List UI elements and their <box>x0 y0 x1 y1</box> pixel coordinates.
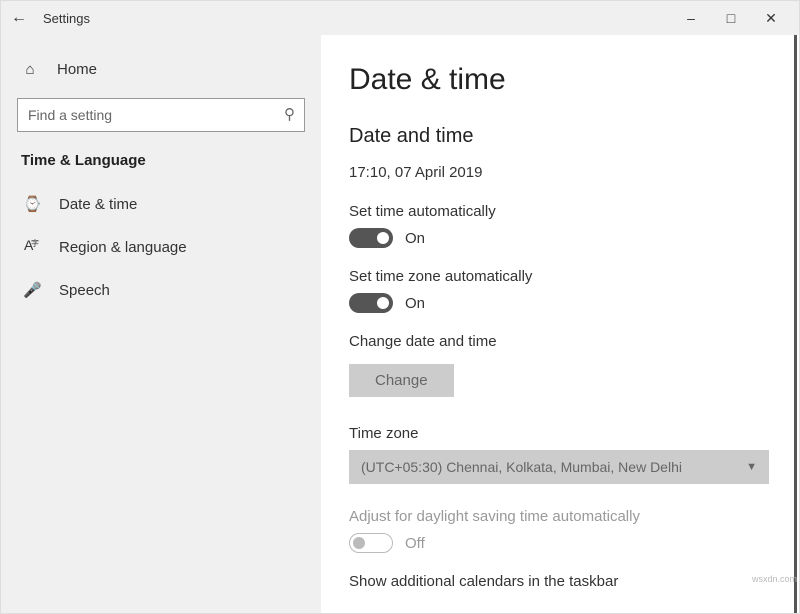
sidebar-item-speech[interactable]: 🎤 Speech <box>17 269 305 311</box>
additional-calendars-label: Show additional calendars in the taskbar <box>349 573 771 590</box>
maximize-button[interactable]: □ <box>711 10 751 26</box>
dst-toggle <box>349 533 393 553</box>
dst-label: Adjust for daylight saving time automati… <box>349 508 771 525</box>
sidebar-category: Time & Language <box>21 152 301 169</box>
set-time-auto-label: Set time automatically <box>349 203 771 220</box>
section-heading: Date and time <box>349 125 771 148</box>
maximize-icon: □ <box>727 10 735 26</box>
sidebar-item-date-time[interactable]: ⌚ Date & time <box>17 183 305 225</box>
close-button[interactable]: ✕ <box>751 10 791 27</box>
change-date-time-label: Change date and time <box>349 333 771 350</box>
watermark: wsxdn.com <box>752 574 797 584</box>
search-wrap: ⚲ <box>17 98 305 132</box>
clock-icon: ⌚ <box>23 195 41 213</box>
dst-row: Off <box>349 533 771 553</box>
svg-text:字: 字 <box>31 238 39 248</box>
set-tz-auto-state: On <box>405 295 425 312</box>
home-icon: ⌂ <box>21 61 39 78</box>
set-time-auto-state: On <box>405 230 425 247</box>
sidebar-item-label: Date & time <box>59 196 137 213</box>
content-pane: Date & time Date and time 17:10, 07 Apri… <box>321 35 799 613</box>
current-datetime: 17:10, 07 April 2019 <box>349 164 771 181</box>
back-button[interactable]: ← <box>9 9 29 27</box>
window-title: Settings <box>43 11 90 26</box>
search-input[interactable] <box>17 98 305 132</box>
scrollbar[interactable] <box>794 35 797 613</box>
toggle-knob <box>353 537 365 549</box>
minimize-icon: – <box>687 10 695 26</box>
set-tz-auto-row: On <box>349 293 771 313</box>
arrow-left-icon: ← <box>11 9 27 26</box>
toggle-knob <box>377 232 389 244</box>
sidebar: ⌂ Home ⚲ Time & Language ⌚ Date & time A… <box>1 35 321 613</box>
close-icon: ✕ <box>765 10 777 26</box>
set-time-auto-toggle[interactable] <box>349 228 393 248</box>
dst-state: Off <box>405 535 425 552</box>
sidebar-item-label: Region & language <box>59 239 187 256</box>
set-tz-auto-label: Set time zone automatically <box>349 268 771 285</box>
window-body: ⌂ Home ⚲ Time & Language ⌚ Date & time A… <box>1 35 799 613</box>
chevron-down-icon: ▼ <box>746 461 757 473</box>
microphone-icon: 🎤 <box>23 281 41 299</box>
set-time-auto-row: On <box>349 228 771 248</box>
minimize-button[interactable]: – <box>671 10 711 26</box>
toggle-knob <box>377 297 389 309</box>
home-link[interactable]: ⌂ Home <box>17 53 305 92</box>
titlebar: ← Settings – □ ✕ <box>1 1 799 35</box>
time-zone-value: (UTC+05:30) Chennai, Kolkata, Mumbai, Ne… <box>361 459 682 475</box>
set-tz-auto-toggle[interactable] <box>349 293 393 313</box>
sidebar-item-region-language[interactable]: A字 Region & language <box>17 225 305 269</box>
time-zone-select[interactable]: (UTC+05:30) Chennai, Kolkata, Mumbai, Ne… <box>349 450 769 484</box>
change-button[interactable]: Change <box>349 364 454 397</box>
sidebar-item-label: Speech <box>59 282 110 299</box>
page-title: Date & time <box>349 63 771 97</box>
globe-icon: A字 <box>23 237 41 257</box>
home-label: Home <box>57 61 97 78</box>
time-zone-label: Time zone <box>349 425 771 442</box>
settings-window: ← Settings – □ ✕ ⌂ Home ⚲ Time & Languag… <box>0 0 800 614</box>
search-icon: ⚲ <box>284 105 295 123</box>
